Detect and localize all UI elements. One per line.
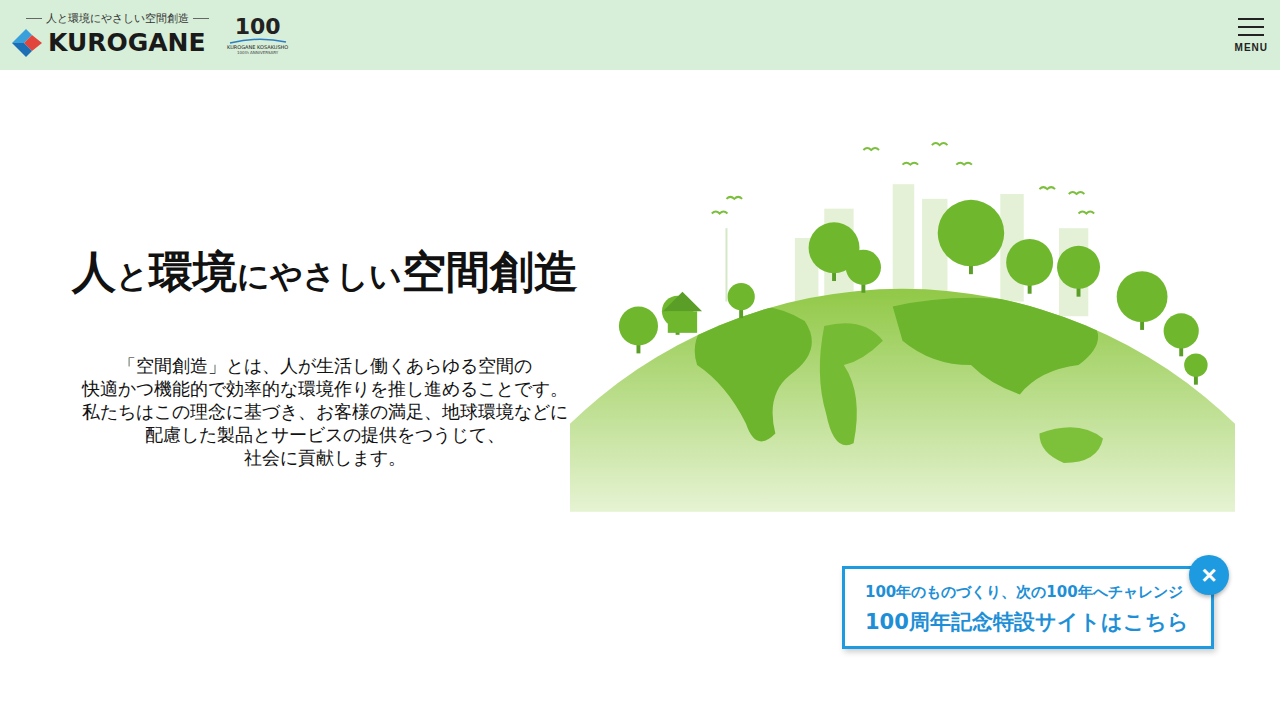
hero-heading: 人と環境にやさしい空間創造	[70, 242, 580, 306]
description-line: 社会に貢献します。	[70, 446, 580, 469]
anniversary-logo[interactable]: 100 KUROGANE KOSAKUSHO100th ANNIVERSARY	[227, 16, 288, 55]
banner-title: 100周年記念特設サイトはこちら	[865, 608, 1191, 636]
description-line: 「空間創造」とは、人が生活し働くあらゆる空間の	[70, 354, 580, 377]
anniversary-banner[interactable]: 100年のものづくり、次の100年へチャレンジ100周年記念特設サイトはこちら×	[842, 566, 1214, 649]
description-line: 快適かつ機能的で効率的な環境作りを推し進めることです。	[70, 377, 580, 400]
swoosh-icon	[228, 38, 288, 44]
brand[interactable]: 人と環境にやさしい空間創造 KUROGANE 100 KUROGANE KOSAKUS…	[10, 11, 288, 60]
hero: 人と環境にやさしい空間創造「空間創造」とは、人が生活し働くあらゆる空間の快適かつ…	[0, 70, 1280, 520]
logo[interactable]: 人と環境にやさしい空間創造 KUROGANE	[10, 11, 209, 60]
heading-segment: と	[116, 257, 149, 295]
page: 人と環境にやさしい空間創造 KUROGANE 100 KUROGANE KOSAKUS…	[0, 0, 1280, 720]
heading-segment: 空間創造	[402, 246, 578, 297]
logo-row: KUROGANE	[10, 26, 209, 60]
banner-subtitle: 100年のものづくり、次の100年へチャレンジ	[865, 583, 1191, 602]
description-line: 配慮した製品とサービスの提供をつうじて、	[70, 423, 580, 446]
anniversary-caption: 100th ANNIVERSARY	[237, 51, 278, 55]
anniversary-number: 100	[235, 16, 281, 38]
tagline-text: 人と環境にやさしい空間創造	[46, 11, 189, 26]
logo-text: KUROGANE	[48, 28, 206, 57]
description-line: 私たちはこの理念に基づき、お客様の満足、地球環境などに	[70, 400, 580, 423]
banner-close-button[interactable]: ×	[1189, 555, 1229, 595]
tagline: 人と環境にやさしい空間創造	[10, 11, 209, 26]
menu-label: MENU	[1235, 42, 1268, 53]
tagline-rule	[193, 18, 209, 19]
hero-text: 人と環境にやさしい空間創造「空間創造」とは、人が生活し働くあらゆる空間の快適かつ…	[70, 70, 580, 469]
eco-globe-icon	[570, 136, 1235, 516]
hamburger-icon	[1238, 17, 1264, 37]
heading-segment: 人	[72, 246, 116, 297]
site-header: 人と環境にやさしい空間創造 KUROGANE 100 KUROGANE KOSAKUS…	[0, 0, 1280, 70]
menu-button[interactable]: MENU	[1231, 13, 1272, 57]
tagline-rule	[26, 18, 42, 19]
anniversary-name: KUROGANE KOSAKUSHO	[227, 45, 288, 50]
hero-description: 「空間創造」とは、人が生活し働くあらゆる空間の快適かつ機能的で効率的な環境作りを…	[70, 354, 580, 469]
globe-illustration	[570, 70, 1235, 520]
heading-segment: 環境	[149, 246, 237, 297]
heading-segment: にやさしい	[237, 257, 402, 295]
kurogane-mark-icon	[10, 26, 44, 60]
